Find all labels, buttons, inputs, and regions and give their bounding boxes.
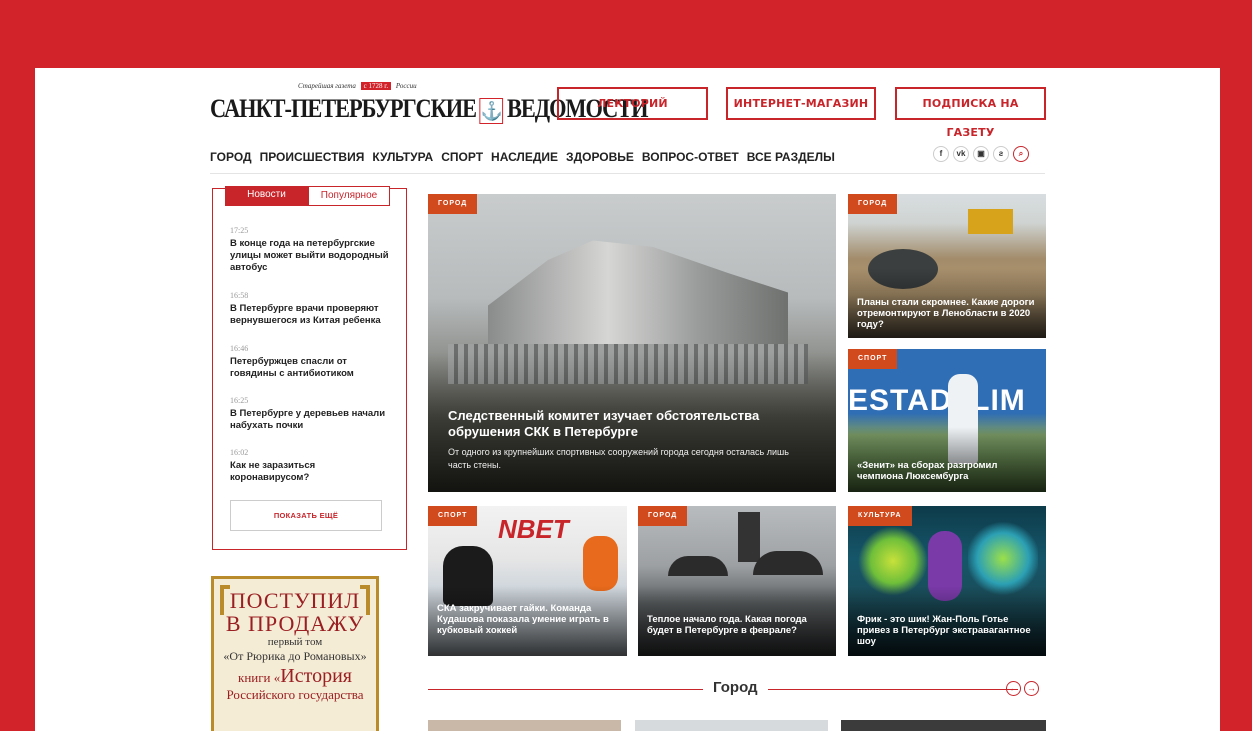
nav-item-heritage[interactable]: НАСЛЕДИЕ [491,150,558,164]
main-nav: ГОРОД ПРОИСШЕСТВИЯ КУЛЬТУРА СПОРТ НАСЛЕД… [210,150,835,164]
next-card-preview[interactable] [841,720,1046,731]
category-badge[interactable]: ГОРОД [428,194,478,214]
nav-item-all-sections[interactable]: ВСЕ РАЗДЕЛЫ [747,150,835,164]
category-badge[interactable]: СПОРТ [848,349,898,369]
article-title[interactable]: Теплое начало года. Какая погода будет в… [647,614,827,636]
banner-text: ESTADI LIM [848,384,1026,417]
logo-tagline: Старейшая газета с 1728 г. России [298,82,417,90]
news-title[interactable]: В Петербурге у деревьев начали набухать … [230,408,395,432]
next-card-preview[interactable] [635,720,828,731]
article-title[interactable]: СКА закручивает гайки. Команда Кудашова … [437,603,618,636]
logo-name-left: САНКТ-ПЕТЕРБУРГСКИЕ [210,94,477,123]
vk-icon[interactable]: vk [953,146,969,162]
article-title[interactable]: «Зенит» на сборах разгромил чемпиона Люк… [857,460,1037,482]
news-time: 16:25 [230,396,249,405]
social-links: f vk ▣ ƨ ⌕ [933,146,1029,162]
ad-line: Российского государства [226,687,364,703]
ad-line: книги « [238,670,281,686]
article-title[interactable]: Фрик - это шик! Жан-Поль Готье привез в … [857,614,1037,647]
nav-item-city[interactable]: ГОРОД [210,150,252,164]
article-card[interactable]: ГОРОД Планы стали скромнее. Какие дороги… [848,194,1046,338]
news-title[interactable]: Как не заразиться коронавирусом? [230,460,395,484]
feathers-shape [968,521,1038,596]
tab-popular[interactable]: Популярное [308,186,390,206]
ad-text: ПОСТУПИЛ В ПРОДАЖУ первый том «От Рюрика… [214,589,376,702]
news-time: 16:02 [230,448,249,457]
news-title[interactable]: В Петербурге врачи проверяют вернувшегос… [230,303,395,327]
category-badge[interactable]: ГОРОД [848,194,898,214]
news-title[interactable]: В конце года на петербургские улицы може… [230,238,395,274]
article-title[interactable]: Планы стали скромнее. Какие дороги отрем… [857,297,1037,330]
news-feed-box: Новости Популярное 17:25 В конце года на… [212,186,407,550]
category-badge[interactable]: КУЛЬТУРА [848,506,912,526]
lead-article-subtitle: От одного из крупнейших спортивных соору… [448,447,789,470]
news-item[interactable]: 16:25 В Петербурге у деревьев начали наб… [230,396,395,432]
category-badge[interactable]: СПОРТ [428,506,478,526]
news-title[interactable]: Петербуржцев спасли от говядины с антиби… [230,356,395,380]
subscription-button[interactable]: ПОДПИСКА НА ГАЗЕТУ [895,87,1046,139]
article-card[interactable]: NBET СПОРТ СКА закручивает гайки. Команд… [428,506,627,656]
ad-line: ПОСТУПИЛ [229,588,361,613]
search-icon[interactable]: ⌕ [1013,146,1029,162]
nav-item-culture[interactable]: КУЛЬТУРА [372,150,433,164]
page-frame: Старейшая газета с 1728 г. России САНКТ-… [35,68,1220,731]
lectorium-button[interactable]: ЛЕКТОРИЙ [557,87,708,120]
category-badge[interactable]: ГОРОД [638,506,688,526]
shop-button[interactable]: ИНТЕРНЕТ-МАГАЗИН [726,87,876,120]
logo-since-badge: с 1728 г. [360,82,392,90]
arrow-right-icon[interactable]: → [1024,681,1039,696]
site-logo[interactable]: Старейшая газета с 1728 г. России САНКТ-… [210,82,649,132]
ad-line: первый том [267,636,323,649]
sponsor-board-text: NBET [498,514,569,544]
statue-shape [738,512,760,562]
nav-item-qa[interactable]: ВОПРОС-ОТВЕТ [642,150,739,164]
section-title[interactable]: Город [703,679,768,696]
article-card[interactable]: ESTADI LIM СПОРТ «Зенит» на сборах разгр… [848,349,1046,492]
umbrella-shape [668,556,728,576]
nav-item-sport[interactable]: СПОРТ [441,150,483,164]
news-time: 17:25 [230,226,249,235]
nav-item-health[interactable]: ЗДОРОВЬЕ [566,150,634,164]
show-more-button[interactable]: ПОКАЗАТЬ ЕЩЁ [230,500,382,531]
news-time: 16:58 [230,291,249,300]
nav-item-incidents[interactable]: ПРОИСШЕСТВИЯ [260,150,365,164]
article-card[interactable]: КУЛЬТУРА Фрик - это шик! Жан-Поль Готье … [848,506,1046,656]
instagram-icon[interactable]: ▣ [973,146,989,162]
bulldozer-shape [968,209,1013,234]
next-card-preview[interactable] [428,720,621,731]
news-item[interactable]: 17:25 В конце года на петербургские улиц… [230,226,395,274]
article-card[interactable]: ГОРОД Теплое начало года. Какая погода б… [638,506,836,656]
book-ad-banner[interactable]: ПОСТУПИЛ В ПРОДАЖУ первый том «От Рюрика… [211,576,379,731]
logo-tagline-right: России [395,82,417,90]
news-item[interactable]: 16:58 В Петербурге врачи проверяют верну… [230,291,395,327]
ad-line: книги «История [214,666,376,687]
ad-line: В ПРОДАЖУ [225,611,365,637]
news-item[interactable]: 16:46 Петербуржцев спасли от говядины с … [230,344,395,380]
lead-article-title[interactable]: Следственный комитет изучает обстоятельс… [448,408,827,440]
facebook-icon[interactable]: f [933,146,949,162]
ad-line: История [280,665,352,688]
logo-tagline-left: Старейшая газета [298,82,356,90]
header-divider [210,173,1045,174]
zen-icon[interactable]: ƨ [993,146,1009,162]
arrow-left-icon[interactable]: ← [1006,681,1021,696]
news-time: 16:46 [230,344,249,353]
tab-news[interactable]: Новости [225,186,308,206]
news-item[interactable]: 16:02 Как не заразиться коронавирусом? [230,448,395,484]
lead-article-card[interactable]: ГОРОД Следственный комитет изучает обсто… [428,194,836,492]
crest-icon: ⚓ [479,98,504,125]
umbrella-shape [753,551,823,575]
player-shape [583,536,618,591]
ad-line: «От Рюрика до Романовых» [223,648,367,663]
